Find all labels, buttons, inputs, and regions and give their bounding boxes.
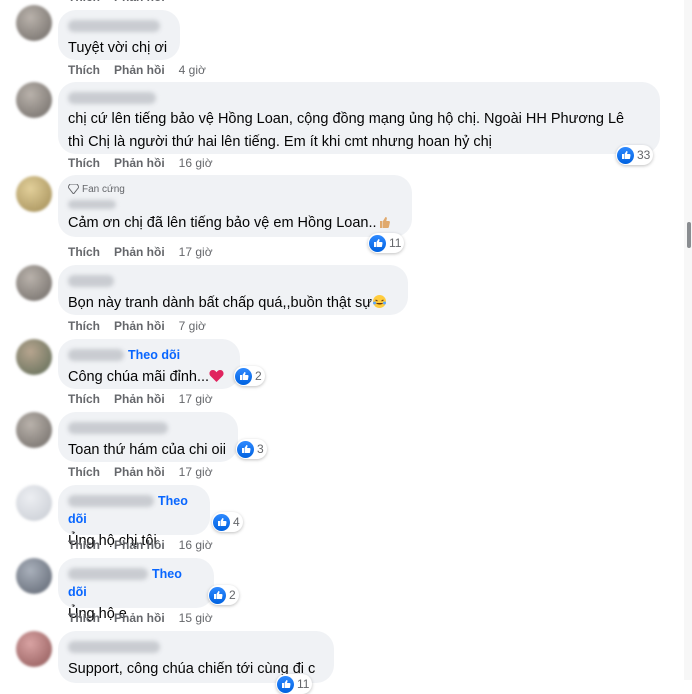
comment-text: Tuyệt vời chị ơi [68,40,168,56]
avatar[interactable] [16,265,52,301]
comment-time[interactable]: 7 giờ [179,319,206,333]
comment-actions: Thích Phản hồi 17 giờ [68,245,213,259]
commenter-name[interactable] [68,19,160,32]
like-link[interactable]: Thích [68,156,100,170]
comment-actions: Thích Phản hồi 15 giờ [68,611,213,625]
follow-link[interactable]: Theo dõi [128,348,180,362]
comment-text: Công chúa mãi đỉnh... [68,368,228,389]
commenter-name[interactable] [68,274,114,287]
comment-bubble: Theo dõi Ủng hộ chị tôi [58,485,210,549]
comment-feed: Thích Phản hồi Tuyệt vời chị ơi Thích Ph… [0,0,692,694]
reaction-count-value: 2 [255,369,262,383]
avatar[interactable] [16,176,52,212]
comment-bubble: Fan cứng Cảm ơn chị đã lên tiếng bảo vệ … [58,175,412,237]
comment-text-line: thì Chị là người thứ hai lên tiếng. Em í… [68,134,492,150]
reply-link[interactable]: Phản hồi [114,392,165,406]
comment-time[interactable]: 16 giờ [179,156,213,170]
reply-link[interactable]: Phản hồi [114,156,165,170]
reaction-count[interactable]: 33 [616,145,654,165]
like-reaction-icon [209,586,226,604]
like-link[interactable]: Thích [68,392,100,406]
reaction-count[interactable]: 11 [276,674,313,694]
comment-actions: Thích Phản hồi 16 giờ [68,538,213,552]
reaction-count[interactable]: 11 [368,233,405,253]
reaction-count-value: 3 [257,442,264,456]
reaction-count[interactable]: 3 [236,439,267,459]
reply-link[interactable]: Phản hồi [114,465,165,479]
crying-laughing-emoji-icon [372,294,387,315]
like-link[interactable]: Thích [68,0,100,4]
comment-text: Bọn này tranh dành bất chấp quá,,buồn th… [68,294,396,315]
diamond-icon [68,184,79,194]
reply-link[interactable]: Phản hồi [114,319,165,333]
avatar[interactable] [16,339,52,375]
comment-bubble: Bọn này tranh dành bất chấp quá,,buồn th… [58,265,408,315]
comment-bubble: Toan thứ hám của chi oii [58,412,238,462]
scrollbar[interactable] [684,0,692,680]
comment-time[interactable]: 15 giờ [179,611,213,625]
comment-time[interactable]: 17 giờ [179,392,213,406]
comment-actions-partial: Thích Phản hồi [68,0,165,4]
avatar[interactable] [16,558,52,594]
like-link[interactable]: Thích [68,465,100,479]
comment-time[interactable]: 16 giờ [179,538,213,552]
thumbs-up-emoji-icon [377,215,391,235]
commenter-name[interactable] [68,494,154,507]
reply-link[interactable]: Phản hồi [114,245,165,259]
reply-link[interactable]: Phản hồi [114,63,165,77]
avatar[interactable] [16,631,52,667]
comment-time[interactable]: 17 giờ [179,245,213,259]
reaction-count[interactable]: 2 [234,366,265,386]
like-link[interactable]: Thích [68,611,100,625]
reaction-count-value: 4 [233,515,240,529]
like-reaction-icon [277,675,294,693]
scrollbar-thumb[interactable] [687,222,691,248]
like-link[interactable]: Thích [68,319,100,333]
commenter-name[interactable] [68,640,160,653]
reaction-count[interactable]: 4 [212,512,243,532]
like-link[interactable]: Thích [68,538,100,552]
comment-actions: Thích Phản hồi 16 giờ [68,156,213,170]
comment-actions: Thích Phản hồi 17 giờ [68,465,213,479]
like-reaction-icon [369,234,386,252]
fan-badge: Fan cứng [68,182,400,196]
commenter-name[interactable] [68,567,148,580]
reaction-count[interactable]: 2 [208,585,239,605]
commenter-name[interactable] [68,421,168,434]
comment-bubble: Tuyệt vời chị ơi [58,10,180,60]
reply-link[interactable]: Phản hồi [114,611,165,625]
commenter-name[interactable] [68,200,116,210]
fan-badge-label: Fan cứng [82,183,125,195]
reply-link[interactable]: Phản hồi [114,0,165,4]
comment-actions: Thích Phản hồi 4 giờ [68,63,206,77]
comment-time[interactable]: 4 giờ [179,63,206,77]
like-reaction-icon [235,367,252,385]
comment-bubble: chị cứ lên tiếng bảo vệ Hồng Loan, cộng … [58,82,660,154]
reply-link[interactable]: Phản hồi [114,538,165,552]
comment-time[interactable]: 17 giờ [179,465,213,479]
avatar[interactable] [16,5,52,41]
comment-bubble: Theo dõi Công chúa mãi đỉnh... [58,339,240,389]
comment-text: Cảm ơn chị đã lên tiếng bảo vệ em Hồng L… [68,214,400,235]
comment-actions: Thích Phản hồi 17 giờ [68,392,213,406]
reaction-count-value: 33 [637,148,651,162]
like-reaction-icon [237,440,254,458]
reaction-count-value: 11 [389,236,402,250]
commenter-name[interactable] [68,348,124,361]
like-link[interactable]: Thích [68,63,100,77]
comment-text-line: chị cứ lên tiếng bảo vệ Hồng Loan, cộng … [68,111,625,127]
red-heart-emoji-icon [209,369,224,389]
like-link[interactable]: Thích [68,245,100,259]
like-reaction-icon [617,146,634,164]
like-reaction-icon [213,513,230,531]
comment-bubble: Theo dõi Ủng hộ e [58,558,214,622]
comment-text: Toan thứ hám của chi oii [68,442,227,458]
commenter-name[interactable] [68,91,156,104]
reaction-count-value: 11 [297,677,310,691]
avatar[interactable] [16,412,52,448]
comment-actions: Thích Phản hồi 7 giờ [68,319,206,333]
avatar[interactable] [16,485,52,521]
avatar[interactable] [16,82,52,118]
reaction-count-value: 2 [229,588,236,602]
